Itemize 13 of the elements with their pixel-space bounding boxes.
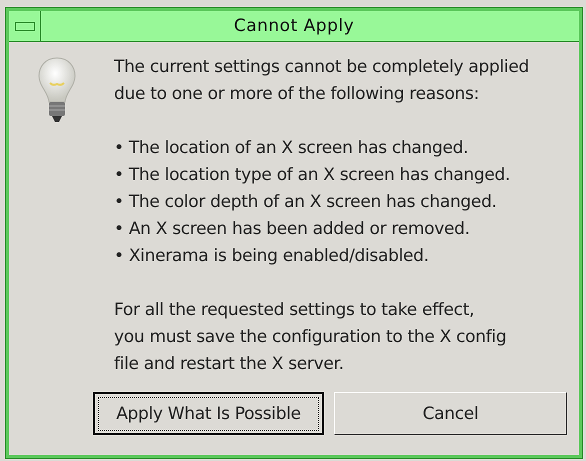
cancel-button[interactable]: Cancel (334, 392, 567, 435)
message-text: file and restart the X server. (114, 353, 345, 376)
message-text: For all the requested settings to take effect, (114, 299, 476, 322)
message-text: due to one or more of the following reasons: (114, 83, 480, 106)
reason-item: • Xinerama is being enabled/disabled. (114, 245, 430, 268)
reason-item: • The location type of an X screen has changed. (114, 164, 512, 187)
reason-item: • The color depth of an X screen has changed. (114, 191, 498, 214)
reason-item: • The location of an X screen has changed. (114, 137, 470, 160)
window-title: Cannot Apply (232, 16, 356, 36)
reason-item: • An X screen has been added or removed. (114, 218, 471, 241)
message-text: The current settings cannot be completely applied (114, 56, 529, 79)
message-text: you must save the configuration to the X config (114, 326, 508, 349)
apply-button[interactable]: Apply What Is Possible (93, 392, 324, 435)
